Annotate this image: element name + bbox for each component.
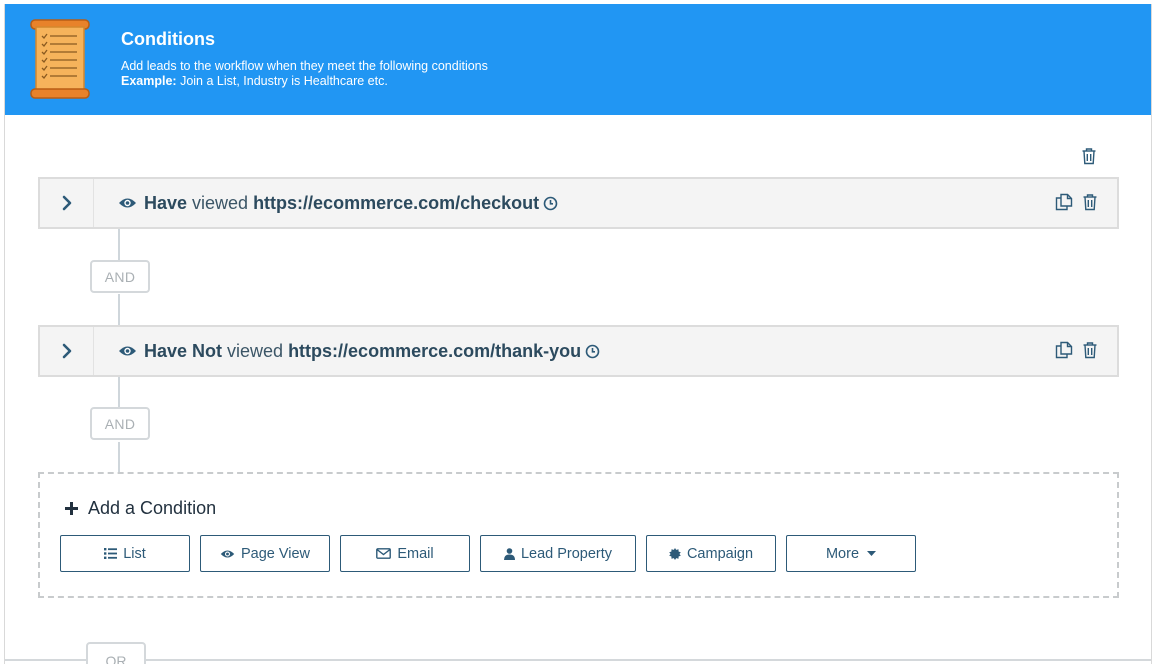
list-icon (104, 548, 118, 559)
clock-icon (543, 196, 558, 210)
copy-icon[interactable] (1055, 341, 1073, 359)
lead-property-button[interactable]: Lead Property (480, 535, 636, 572)
page-view-button-label: Page View (240, 545, 311, 562)
list-button-label: List (123, 545, 146, 562)
badge-burst-icon (669, 547, 681, 560)
more-dropdown-button[interactable]: More (786, 535, 916, 572)
condition-verb: viewed (227, 340, 284, 361)
condition-actions (1055, 193, 1099, 211)
example-label: Example: (121, 74, 177, 88)
page-title: Conditions (121, 29, 215, 49)
email-button-label: Email (397, 545, 434, 562)
connector-line (118, 294, 120, 325)
condition-row[interactable]: Have viewed https://ecommerce.com/checko… (38, 177, 1119, 229)
chevron-right-icon (62, 343, 71, 359)
trash-icon[interactable] (1081, 341, 1099, 359)
expand-toggle[interactable] (40, 179, 94, 227)
and-connector-badge: AND (90, 260, 150, 293)
envelope-icon (376, 548, 392, 559)
campaign-button[interactable]: Campaign (646, 535, 776, 572)
and-connector-badge: AND (90, 407, 150, 440)
condition-url: https://ecommerce.com/thank-you (288, 340, 582, 361)
eye-icon (119, 198, 136, 208)
clock-icon (585, 344, 600, 358)
connector-line (118, 442, 120, 473)
condition-keyword: Have Not (144, 340, 223, 361)
condition-row[interactable]: Have Not viewed https://ecommerce.com/th… (38, 325, 1119, 377)
page-view-button[interactable]: Page View (200, 535, 330, 572)
header-description: Add leads to the workflow when they meet… (121, 59, 488, 73)
header-example: Example: Join a List, Industry is Health… (121, 74, 388, 89)
condition-actions (1055, 341, 1099, 359)
condition-verb: viewed (192, 192, 249, 213)
copy-icon[interactable] (1055, 193, 1073, 211)
chevron-right-icon (62, 195, 71, 211)
list-button[interactable]: List (60, 535, 190, 572)
expand-toggle[interactable] (40, 327, 94, 375)
condition-keyword: Have (144, 192, 188, 213)
lead-property-button-label: Lead Property (520, 545, 613, 562)
condition-url: https://ecommerce.com/checkout (253, 192, 540, 213)
condition-summary[interactable]: Have Not viewed https://ecommerce.com/th… (118, 327, 600, 375)
delete-group-trash-icon[interactable] (1081, 147, 1097, 165)
add-condition-label: Add a Condition (88, 498, 217, 518)
example-text: Join a List, Industry is Healthcare etc. (176, 74, 388, 88)
caret-down-icon (867, 551, 877, 556)
user-icon (503, 547, 515, 560)
plus-icon (65, 502, 78, 515)
add-condition-box: Add a Condition List Page View Email Lea… (38, 472, 1119, 598)
trash-icon[interactable] (1081, 193, 1099, 211)
more-button-label: More (825, 545, 860, 562)
add-condition-title: Add a Condition (65, 498, 216, 519)
conditions-header: Conditions Add leads to the workflow whe… (5, 4, 1151, 115)
scroll-checklist-icon (30, 19, 90, 99)
email-button[interactable]: Email (340, 535, 470, 572)
eye-icon (220, 549, 235, 558)
or-connector-badge: OR (86, 642, 146, 664)
eye-icon (119, 346, 136, 356)
campaign-button-label: Campaign (686, 545, 754, 562)
or-divider-line (5, 659, 1151, 661)
workflow-conditions-panel: Conditions Add leads to the workflow whe… (4, 4, 1152, 664)
condition-summary[interactable]: Have viewed https://ecommerce.com/checko… (118, 179, 558, 227)
